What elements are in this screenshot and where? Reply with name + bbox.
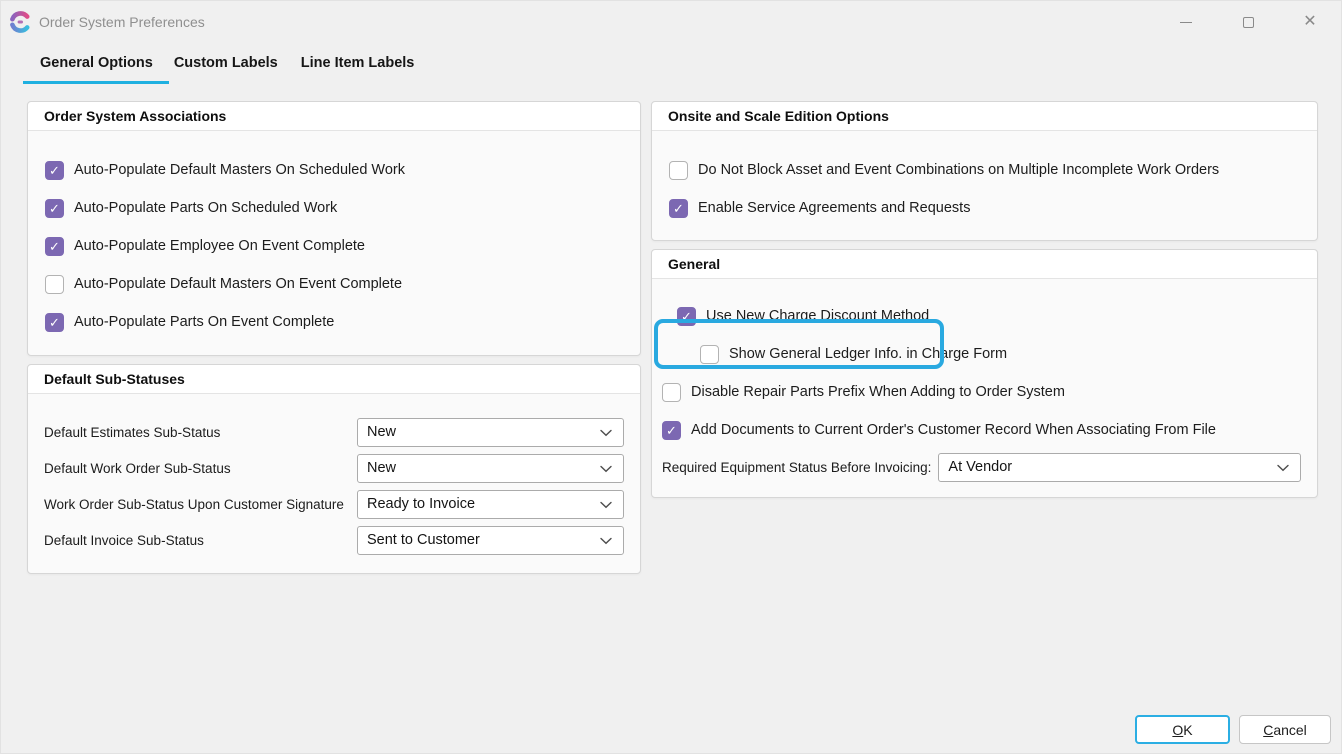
group-title: General bbox=[652, 250, 1317, 279]
checkbox-row: Auto-Populate Parts On Scheduled Work bbox=[28, 189, 640, 227]
checkbox-label: Auto-Populate Parts On Scheduled Work bbox=[74, 200, 337, 216]
checkbox[interactable] bbox=[45, 199, 64, 218]
group-title: Order System Associations bbox=[28, 102, 640, 131]
required-equipment-status-select[interactable]: At Vendor bbox=[938, 453, 1301, 482]
work-order-sub-status-upon-signature-select[interactable]: Ready to Invoice bbox=[357, 490, 624, 519]
checkbox-label: Add Documents to Current Order's Custome… bbox=[691, 422, 1216, 438]
group-title: Default Sub-Statuses bbox=[28, 365, 640, 394]
group-general: General Use New Charge Discount Method S… bbox=[651, 249, 1318, 498]
select-value: New bbox=[367, 424, 396, 440]
group-onsite-scale-options: Onsite and Scale Edition Options Do Not … bbox=[651, 101, 1318, 241]
maximize-icon bbox=[1243, 17, 1254, 28]
checkbox-label: Show General Ledger Info. in Charge Form bbox=[729, 346, 1007, 362]
app-logo-icon bbox=[9, 11, 31, 33]
checkbox-label: Use New Charge Discount Method bbox=[706, 308, 929, 324]
checkbox[interactable] bbox=[700, 345, 719, 364]
chevron-down-icon bbox=[600, 501, 612, 509]
group-order-system-associations: Order System Associations Auto-Populate … bbox=[27, 101, 641, 356]
ok-button[interactable]: OK bbox=[1135, 715, 1230, 744]
tab-custom-labels[interactable]: Custom Labels bbox=[174, 55, 278, 84]
select-value: Sent to Customer bbox=[367, 532, 480, 548]
checkbox-label: Enable Service Agreements and Requests bbox=[698, 200, 970, 216]
checkbox-label: Auto-Populate Parts On Event Complete bbox=[74, 314, 334, 330]
checkbox-label: Do Not Block Asset and Event Combination… bbox=[698, 162, 1219, 178]
checkbox-row: Disable Repair Parts Prefix When Adding … bbox=[652, 373, 1317, 411]
tab-general-options[interactable]: General Options bbox=[23, 55, 169, 84]
cancel-button[interactable]: Cancel bbox=[1239, 715, 1331, 744]
select-label: Work Order Sub-Status Upon Customer Sign… bbox=[44, 497, 357, 512]
group-body: Auto-Populate Default Masters On Schedul… bbox=[28, 131, 640, 341]
checkbox-row: Auto-Populate Default Masters On Schedul… bbox=[28, 151, 640, 189]
select-value: At Vendor bbox=[948, 459, 1012, 475]
checkbox-row: Auto-Populate Parts On Event Complete bbox=[28, 303, 640, 341]
select-label: Default Invoice Sub-Status bbox=[44, 533, 357, 548]
checkbox-row: Auto-Populate Employee On Event Complete bbox=[28, 227, 640, 265]
group-body: Do Not Block Asset and Event Combination… bbox=[652, 131, 1317, 227]
chevron-down-icon bbox=[600, 429, 612, 437]
select-value: New bbox=[367, 460, 396, 476]
select-row: Default Invoice Sub-Status Sent to Custo… bbox=[28, 522, 640, 558]
checkbox[interactable] bbox=[45, 275, 64, 294]
checkbox[interactable] bbox=[677, 307, 696, 326]
checkbox-label: Disable Repair Parts Prefix When Adding … bbox=[691, 384, 1065, 400]
default-work-order-sub-status-select[interactable]: New bbox=[357, 454, 624, 483]
checkbox-row: Auto-Populate Default Masters On Event C… bbox=[28, 265, 640, 303]
cancel-button-label: Cancel bbox=[1263, 722, 1307, 738]
chevron-down-icon bbox=[600, 465, 612, 473]
group-body: Default Estimates Sub-Status New Default… bbox=[28, 394, 640, 558]
checkbox[interactable] bbox=[669, 161, 688, 180]
ok-button-label: OK bbox=[1172, 722, 1192, 738]
group-default-sub-statuses: Default Sub-Statuses Default Estimates S… bbox=[27, 364, 641, 574]
checkbox[interactable] bbox=[669, 199, 688, 218]
minimize-button[interactable] bbox=[1155, 1, 1217, 43]
group-body: Use New Charge Discount Method Show Gene… bbox=[652, 279, 1317, 485]
select-row: Default Estimates Sub-Status New bbox=[28, 414, 640, 450]
select-row: Work Order Sub-Status Upon Customer Sign… bbox=[28, 486, 640, 522]
tab-line-item-labels[interactable]: Line Item Labels bbox=[301, 55, 415, 84]
maximize-button[interactable] bbox=[1217, 1, 1279, 43]
default-invoice-sub-status-select[interactable]: Sent to Customer bbox=[357, 526, 624, 555]
select-label: Default Work Order Sub-Status bbox=[44, 461, 357, 476]
chevron-down-icon bbox=[600, 537, 612, 545]
checkbox-row: Enable Service Agreements and Requests bbox=[652, 189, 1317, 227]
window-title: Order System Preferences bbox=[39, 14, 205, 30]
checkbox-row: Add Documents to Current Order's Custome… bbox=[652, 411, 1317, 449]
window-controls: ✕ bbox=[1155, 1, 1341, 43]
checkbox-label: Auto-Populate Employee On Event Complete bbox=[74, 238, 365, 254]
checkbox[interactable] bbox=[45, 237, 64, 256]
select-label: Default Estimates Sub-Status bbox=[44, 425, 357, 440]
checkbox-row-highlighted: Use New Charge Discount Method bbox=[652, 297, 1317, 335]
equipment-status-label: Required Equipment Status Before Invoici… bbox=[662, 460, 931, 475]
checkbox-label: Auto-Populate Default Masters On Event C… bbox=[74, 276, 402, 292]
checkbox[interactable] bbox=[662, 421, 681, 440]
minimize-icon bbox=[1180, 22, 1192, 23]
select-row: Default Work Order Sub-Status New bbox=[28, 450, 640, 486]
select-value: Ready to Invoice bbox=[367, 496, 475, 512]
checkbox[interactable] bbox=[45, 313, 64, 332]
checkbox-label: Auto-Populate Default Masters On Schedul… bbox=[74, 162, 405, 178]
default-estimates-sub-status-select[interactable]: New bbox=[357, 418, 624, 447]
chevron-down-icon bbox=[1277, 464, 1289, 472]
close-icon: ✕ bbox=[1303, 14, 1316, 30]
checkbox-row-indented: Show General Ledger Info. in Charge Form bbox=[652, 335, 1317, 373]
checkbox-row: Do Not Block Asset and Event Combination… bbox=[652, 151, 1317, 189]
checkbox[interactable] bbox=[662, 383, 681, 402]
close-button[interactable]: ✕ bbox=[1279, 1, 1341, 43]
group-title: Onsite and Scale Edition Options bbox=[652, 102, 1317, 131]
tab-bar: General Options Custom Labels Line Item … bbox=[23, 55, 414, 84]
equipment-status-row: Required Equipment Status Before Invoici… bbox=[652, 449, 1317, 485]
order-system-preferences-dialog: Order System Preferences ✕ General Optio… bbox=[0, 0, 1342, 754]
title-bar: Order System Preferences ✕ bbox=[1, 1, 1341, 43]
checkbox[interactable] bbox=[45, 161, 64, 180]
